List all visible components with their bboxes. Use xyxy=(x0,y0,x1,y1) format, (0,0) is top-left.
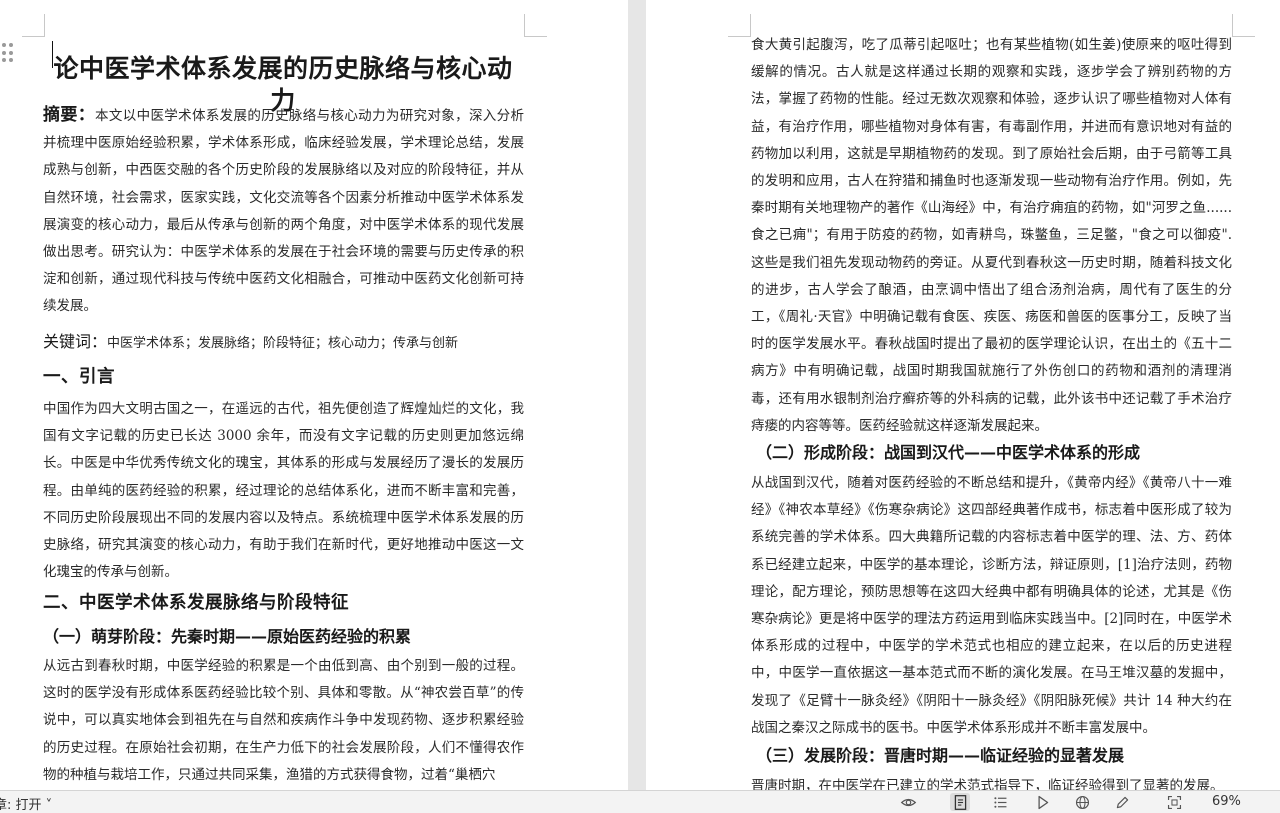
abstract-text: 本文以中医学术体系发展的历史脉络与核心动力为研究对象，深入分析并梳理中医原始经验… xyxy=(43,108,525,315)
formation-stage-paragraph: 从战国到汉代，随着对医药经验的不断总结和提升，《黄帝内经》《黄帝八十一难经》《神… xyxy=(751,475,1232,736)
pen-icon[interactable] xyxy=(1112,793,1132,811)
section-heading-introduction: 一、引言 xyxy=(43,367,115,387)
subsection-heading-formation-stage: （二）形成阶段：战国到汉代——中医学术体系的形成 xyxy=(756,443,1141,462)
eye-icon[interactable] xyxy=(898,793,918,811)
abstract-paragraph: 摘要：本文以中医学术体系发展的历史脉络与核心动力为研究对象，深入分析并梳理中医原… xyxy=(43,102,524,321)
page-corner-mark xyxy=(728,14,751,37)
abstract-label: 摘要： xyxy=(43,105,96,125)
page-corner-mark xyxy=(22,14,45,37)
play-icon[interactable] xyxy=(1032,793,1052,811)
web-view-icon[interactable] xyxy=(1072,793,1092,811)
keywords-label: 关键词： xyxy=(43,332,108,351)
development-stage-paragraph: 晋唐时期，在中医学在已建立的学术范式指导下，临证经验得到了显著的发展。 xyxy=(751,778,1224,790)
keywords-paragraph: 关键词：中医学术体系；发展脉络；阶段特征；核心动力；传承与创新 xyxy=(43,328,524,357)
subsection-heading-budding-stage: （一）萌芽阶段：先秦时期——原始医药经验的积累 xyxy=(43,627,412,646)
introduction-paragraph: 中国作为四大文明古国之一，在遥远的古代，祖先便创造了辉煌灿烂的文化，我国有文字记… xyxy=(43,401,524,581)
section-status-text[interactable]: 章: 打开 ˅ xyxy=(0,794,52,813)
page-view-icon[interactable] xyxy=(950,793,970,811)
status-bar: 章: 打开 ˅ 69% xyxy=(0,790,1280,813)
document-page-left[interactable]: 论中医学术体系发展的历史脉络与核心动力 摘要：本文以中医学术体系发展的历史脉络与… xyxy=(0,0,628,790)
subsection-heading-development-stage: （三）发展阶段：晋唐时期——临证经验的显著发展 xyxy=(756,746,1125,765)
fit-screen-icon[interactable] xyxy=(1164,793,1184,811)
drag-handle-icon[interactable] xyxy=(0,40,14,66)
section-heading-development: 二、中医学术体系发展脉络与阶段特征 xyxy=(43,593,349,613)
page-corner-mark xyxy=(524,14,547,37)
zoom-level[interactable]: 69% xyxy=(1212,794,1241,809)
budding-stage-paragraph: 从远古到春秋时期，中医学经验的积累是一个由低到高、由个别到一般的过程。这时的医学… xyxy=(43,658,524,783)
outline-icon[interactable] xyxy=(990,793,1010,811)
page-corner-mark xyxy=(1232,14,1255,37)
keywords-text: 中医学术体系；发展脉络；阶段特征；核心动力；传承与创新 xyxy=(107,336,459,351)
document-page-right[interactable]: 食大黄引起腹泻，吃了瓜蒂引起呕吐；也有某些植物(如生姜)使原来的呕吐得到缓解的情… xyxy=(646,0,1280,790)
budding-stage-continued-paragraph: 食大黄引起腹泻，吃了瓜蒂引起呕吐；也有某些植物(如生姜)使原来的呕吐得到缓解的情… xyxy=(751,37,1232,434)
